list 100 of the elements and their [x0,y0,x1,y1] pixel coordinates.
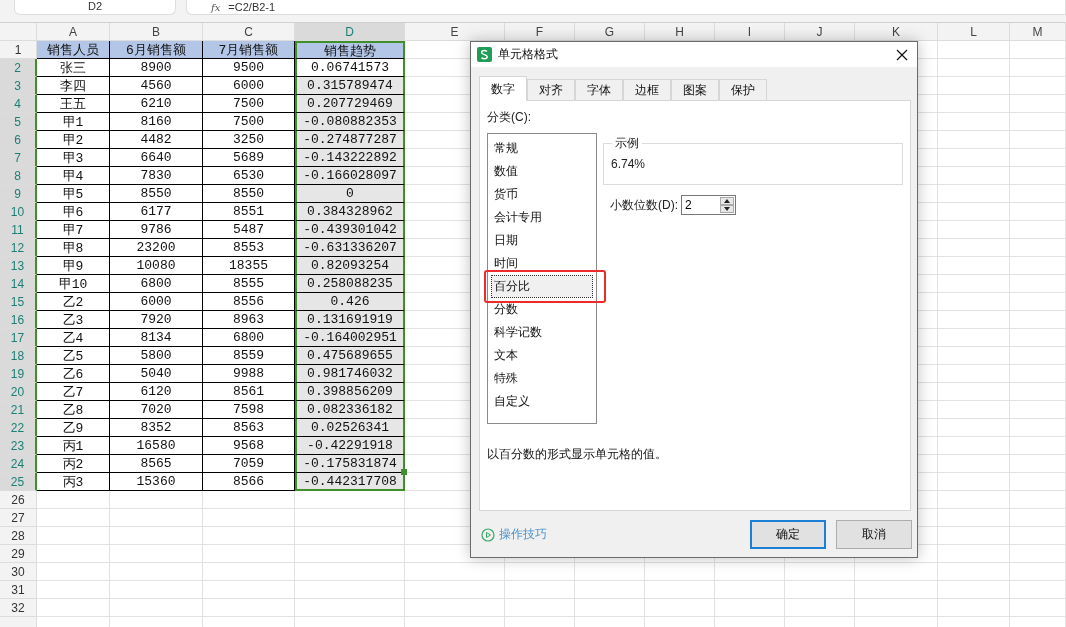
row-number[interactable]: 26 [0,491,37,509]
row-number[interactable]: 5 [0,113,37,131]
row-number[interactable]: 32 [0,599,37,617]
empty-cell [938,203,1010,221]
tab[interactable]: 图案 [671,79,719,101]
column-header[interactable]: G [575,23,645,41]
category-item[interactable]: 百分比 [491,275,593,298]
row-number[interactable]: 8 [0,167,37,185]
empty-cell [1010,419,1066,437]
row-number[interactable]: 2 [0,59,37,77]
category-item[interactable]: 时间 [491,252,593,275]
row-number[interactable]: 13 [0,257,37,275]
row-number[interactable]: 17 [0,329,37,347]
column-header[interactable]: I [715,23,785,41]
spin-up-button[interactable] [720,197,734,205]
table-cell: 王五 [37,95,110,113]
table-cell: 8963 [203,311,295,329]
tab[interactable]: 边框 [623,79,671,101]
empty-cell [1010,329,1066,347]
category-item[interactable]: 会计专用 [491,206,593,229]
column-header[interactable]: D [295,23,405,41]
formula-field[interactable]: fx =C2/B2-1 [186,0,1066,15]
column-title-cell: 销售人员 [37,41,110,59]
category-item[interactable]: 自定义 [491,390,593,413]
row-number[interactable]: 10 [0,203,37,221]
table-cell: 5800 [110,347,203,365]
fill-handle[interactable] [401,469,407,475]
row-number[interactable]: 6 [0,131,37,149]
empty-cell [785,599,855,617]
category-item[interactable]: 科学记数 [491,321,593,344]
category-item[interactable]: 文本 [491,344,593,367]
row-number[interactable]: 14 [0,275,37,293]
column-header[interactable]: J [785,23,855,41]
column-header[interactable]: L [938,23,1010,41]
cancel-button[interactable]: 取消 [836,520,912,549]
table-cell: 6530 [203,167,295,185]
row-number[interactable]: 23 [0,437,37,455]
table-cell: 0.384328962 [295,203,405,221]
table-cell: -0.439301042 [295,221,405,239]
column-header[interactable]: H [645,23,715,41]
tab[interactable]: 字体 [575,79,623,101]
function-symbol[interactable]: fx [211,0,221,14]
column-header[interactable]: K [855,23,938,41]
empty-cell [1010,257,1066,275]
table-cell: -0.42291918 [295,437,405,455]
tab[interactable]: 数字 [479,76,527,101]
empty-cell [938,149,1010,167]
table-cell: 甲9 [37,257,110,275]
empty-cell [1010,311,1066,329]
category-list[interactable]: 常规 数值 货币 会计专用 日期 时间 百分比 分数 科学记数 文本 特殊 自定义 [487,133,597,424]
column-header[interactable]: C [203,23,295,41]
category-item[interactable]: 常规 [491,137,593,160]
row-number[interactable]: 27 [0,509,37,527]
empty-cell [938,221,1010,239]
empty-cell [938,239,1010,257]
row-number[interactable]: 28 [0,527,37,545]
category-item[interactable]: 分数 [491,298,593,321]
tab[interactable]: 保护 [719,79,767,101]
row-number[interactable]: 12 [0,239,37,257]
row-number[interactable]: 3 [0,77,37,95]
tab[interactable]: 对齐 [527,79,575,101]
row-number[interactable]: 18 [0,347,37,365]
table-cell: 乙3 [37,311,110,329]
empty-cell [575,581,645,599]
row-number[interactable]: 15 [0,293,37,311]
row-number[interactable]: 20 [0,383,37,401]
table-cell: 8566 [203,473,295,491]
empty-cell [1010,401,1066,419]
row-number[interactable]: 11 [0,221,37,239]
row-number[interactable]: 19 [0,365,37,383]
row-number[interactable]: 16 [0,311,37,329]
row-number[interactable]: 22 [0,419,37,437]
row-number[interactable]: 31 [0,581,37,599]
row-number[interactable]: 1 [0,41,37,59]
category-item[interactable]: 货币 [491,183,593,206]
table-cell: 0.131691919 [295,311,405,329]
category-item[interactable]: 特殊 [491,367,593,390]
table-cell: 5487 [203,221,295,239]
row-number[interactable]: 29 [0,545,37,563]
spin-down-button[interactable] [720,205,734,213]
ok-button[interactable]: 确定 [750,520,826,549]
column-header[interactable]: M [1010,23,1066,41]
table-cell: 0.398856209 [295,383,405,401]
row-number[interactable]: 30 [0,563,37,581]
table-cell: -0.143222892 [295,149,405,167]
row-number[interactable]: 25 [0,473,37,491]
category-item[interactable]: 数值 [491,160,593,183]
table-cell: 7020 [110,401,203,419]
table-cell: 9500 [203,59,295,77]
empty-cell [1010,131,1066,149]
decimal-places-spinner[interactable]: 2 [681,195,736,215]
cell-name-box[interactable]: D2 [14,0,176,15]
column-header[interactable]: E [405,23,505,41]
row-number[interactable]: 9 [0,185,37,203]
category-item[interactable]: 日期 [491,229,593,252]
table-cell: 0.426 [295,293,405,311]
column-header[interactable]: F [505,23,575,41]
column-header[interactable]: B [110,23,203,41]
column-header[interactable]: A [37,23,110,41]
empty-cell [1010,59,1066,77]
